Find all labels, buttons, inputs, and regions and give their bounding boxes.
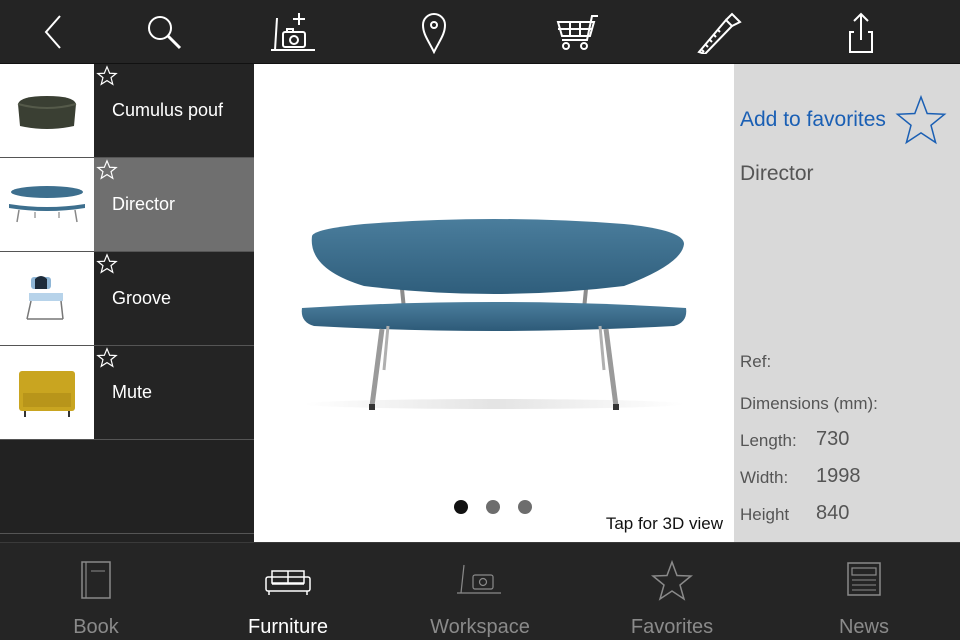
back-button[interactable] — [23, 6, 83, 58]
director-thumb — [0, 158, 94, 251]
tab-label: Furniture — [247, 616, 329, 638]
page-indicator — [454, 500, 532, 514]
list-item-cumulus-pouf[interactable]: Cumulus pouf — [0, 64, 254, 158]
tab-label: Favorites — [630, 616, 714, 638]
groove-thumb — [0, 252, 94, 345]
sofa-icon — [265, 570, 311, 595]
tab-book[interactable]: Book — [0, 543, 192, 640]
list-item-director[interactable]: Director — [0, 158, 254, 252]
book-icon — [81, 561, 111, 599]
star-icon — [650, 559, 694, 601]
dimensions-label: Dimensions (mm): — [740, 394, 878, 413]
product-list: Cumulus pouf Director Groove Mute — [0, 64, 254, 542]
list-item-label: Mute — [112, 382, 153, 402]
favorite-star-icon[interactable] — [96, 65, 118, 87]
tap-3d-view-link[interactable]: Tap for 3D view — [606, 514, 723, 534]
mute-thumb — [0, 346, 94, 439]
list-item-mute[interactable]: Mute — [0, 346, 254, 440]
add-photo-button[interactable] — [263, 6, 323, 58]
list-item-label: Groove — [112, 288, 172, 308]
product-image-viewer[interactable]: Tap for 3D view — [254, 64, 734, 542]
list-item-info: Groove — [94, 252, 254, 345]
product-details-panel: Add to favorites Director Ref: Dimension… — [734, 64, 960, 542]
favorite-star-icon[interactable] — [96, 159, 118, 181]
add-favorite-star-icon[interactable] — [894, 94, 948, 148]
list-item-info: Cumulus pouf — [94, 64, 254, 157]
search-icon — [148, 16, 182, 50]
list-divider — [0, 533, 254, 534]
tab-workspace[interactable]: Workspace — [384, 543, 576, 640]
favorite-star-icon[interactable] — [96, 253, 118, 275]
tab-label: News — [838, 616, 889, 638]
height-label: Height — [740, 505, 790, 524]
tab-favorites[interactable]: Favorites — [576, 543, 768, 640]
length-label: Length: — [740, 431, 797, 450]
bottom-tab-bar: Book Furniture Workspace Favorites News — [0, 542, 960, 640]
list-item-label: Cumulus pouf — [112, 100, 224, 120]
page-dot-2[interactable] — [486, 500, 500, 514]
width-value: 1998 — [816, 465, 861, 487]
newspaper-icon — [847, 562, 881, 596]
tab-label: Workspace — [430, 616, 530, 638]
search-button[interactable] — [134, 6, 194, 58]
location-button[interactable] — [404, 6, 464, 58]
tab-label: Book — [73, 616, 119, 638]
location-pin-icon — [421, 13, 447, 54]
width-label: Width: — [740, 468, 789, 487]
add-photo-icon — [271, 13, 315, 51]
length-value: 730 — [816, 428, 850, 450]
tab-news[interactable]: News — [768, 543, 960, 640]
page-dot-1[interactable] — [454, 500, 468, 514]
cumulus-pouf-thumb — [0, 64, 94, 157]
ref-label: Ref: — [740, 352, 772, 371]
list-item-groove[interactable]: Groove — [0, 252, 254, 346]
saw-icon — [697, 12, 742, 54]
list-item-info: Director — [94, 158, 254, 251]
add-to-favorites-link[interactable]: Add to favorites — [740, 108, 886, 132]
page-dot-3[interactable] — [518, 500, 532, 514]
height-value: 840 — [816, 502, 850, 524]
back-icon — [44, 15, 61, 49]
favorite-star-icon[interactable] — [96, 347, 118, 369]
director-sofa-image — [301, 219, 687, 410]
workspace-photo-icon — [457, 564, 501, 594]
share-button[interactable] — [831, 6, 891, 58]
top-toolbar — [0, 0, 960, 64]
cart-icon — [556, 15, 598, 50]
list-item-label: Director — [112, 194, 176, 214]
list-item-info: Mute — [94, 346, 254, 439]
product-name: Director — [740, 162, 814, 185]
share-icon — [849, 12, 873, 53]
saw-button[interactable] — [689, 6, 749, 58]
cart-button[interactable] — [548, 6, 608, 58]
tab-furniture[interactable]: Furniture — [192, 543, 384, 640]
